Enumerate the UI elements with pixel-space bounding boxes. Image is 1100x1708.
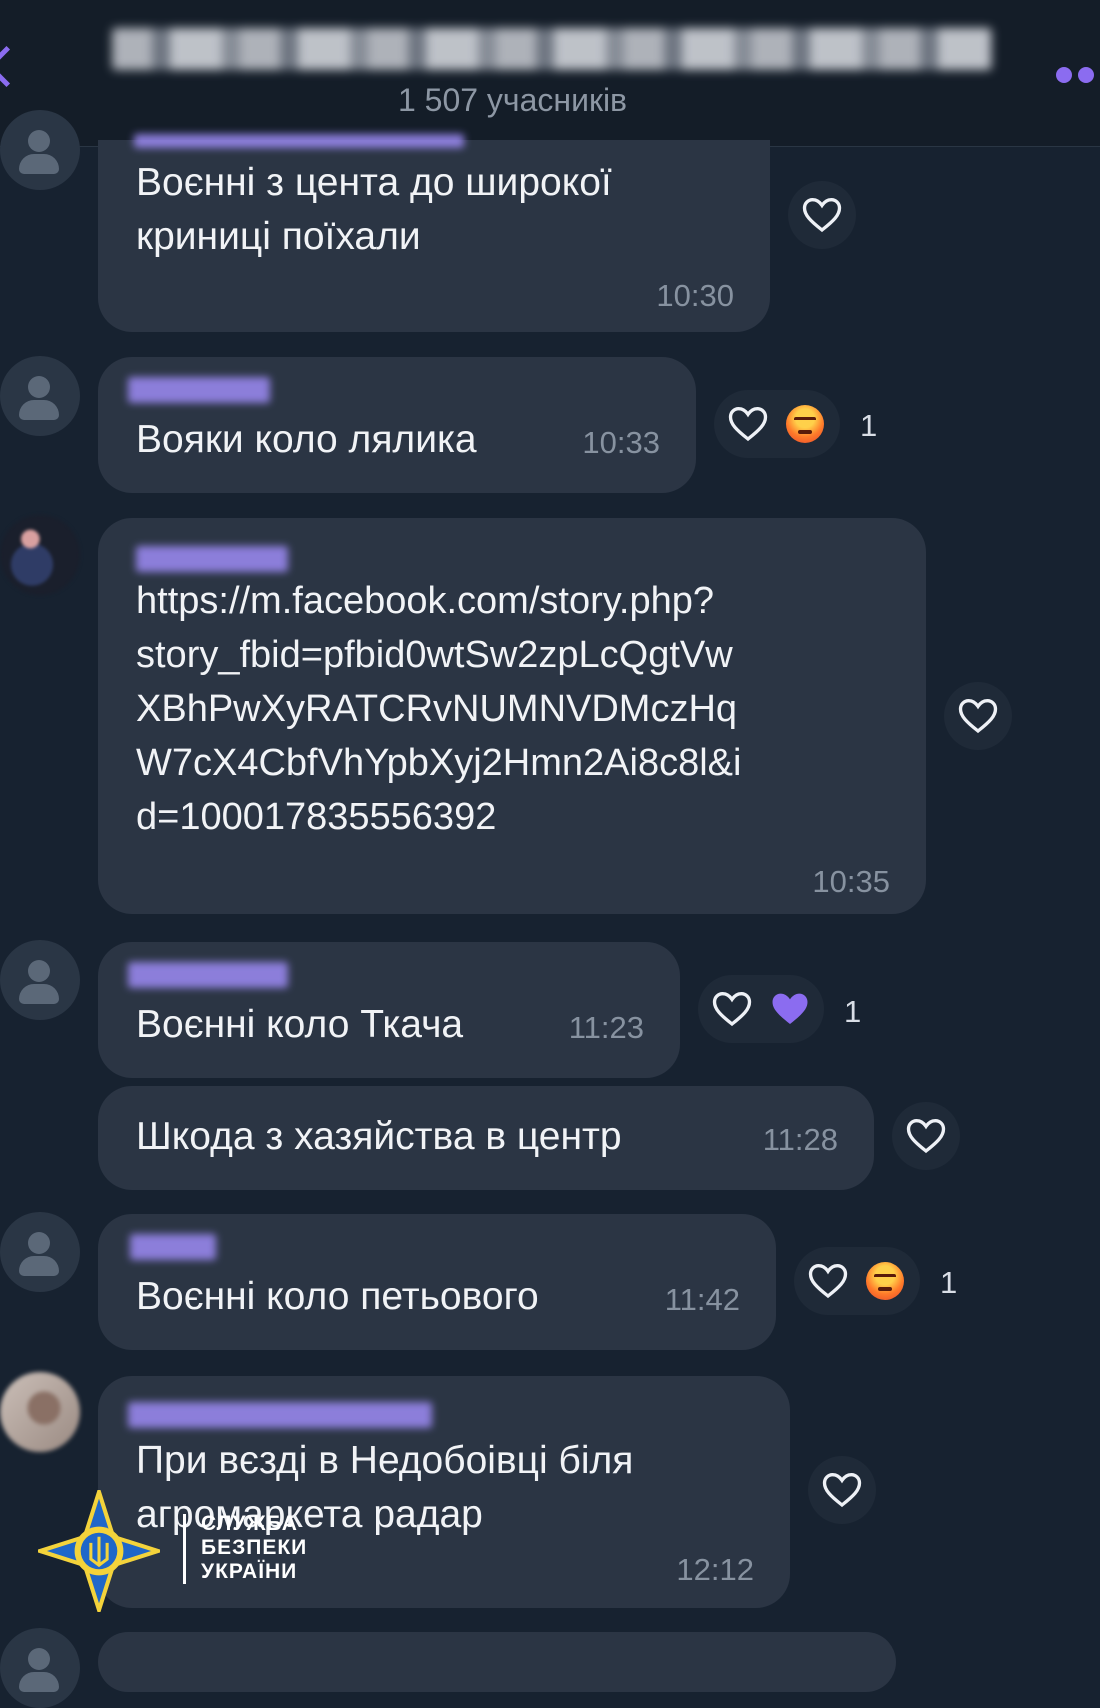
message-time: 11:28 bbox=[762, 1122, 838, 1157]
heart-icon bbox=[712, 991, 752, 1027]
sender-name-blurred bbox=[130, 1234, 216, 1260]
back-arrow-icon[interactable] bbox=[0, 45, 28, 88]
message-text: Воєнні коло Ткача bbox=[136, 1003, 464, 1046]
heart-icon bbox=[822, 1472, 862, 1508]
watermark-line: СЛУЖБА bbox=[201, 1512, 298, 1535]
purple-heart-icon bbox=[772, 993, 808, 1024]
sender-name-blurred bbox=[128, 962, 288, 988]
sender-name-blurred bbox=[128, 377, 270, 403]
reactions[interactable] bbox=[794, 1247, 920, 1315]
sbu-shield-icon bbox=[38, 1490, 160, 1612]
angry-emoji-icon bbox=[866, 1262, 904, 1300]
sender-name-blurred bbox=[128, 1402, 432, 1428]
avatar[interactable] bbox=[0, 356, 80, 436]
react-button[interactable] bbox=[788, 181, 856, 249]
avatar[interactable] bbox=[0, 1212, 80, 1292]
message-time: 10:33 bbox=[582, 425, 660, 460]
react-button[interactable] bbox=[808, 1456, 876, 1524]
message-time: 10:35 bbox=[812, 864, 890, 899]
heart-icon bbox=[808, 1263, 848, 1299]
sender-name-blurred bbox=[134, 134, 464, 148]
message-time: 11:42 bbox=[664, 1282, 740, 1317]
avatar[interactable] bbox=[0, 1628, 80, 1708]
avatar[interactable] bbox=[0, 110, 80, 190]
react-button[interactable] bbox=[892, 1102, 960, 1170]
heart-icon bbox=[802, 197, 842, 233]
message-bubble[interactable]: Воєнні коло Ткача 11:23 bbox=[98, 942, 680, 1078]
reaction-count: 1 bbox=[860, 408, 878, 443]
avatar[interactable] bbox=[0, 515, 80, 595]
message-time: 11:23 bbox=[568, 1010, 644, 1045]
watermark-line: УКРАЇНИ bbox=[201, 1560, 298, 1583]
watermark-text: СЛУЖБА БЕЗПЕКИ УКРАЇНИ bbox=[201, 1512, 307, 1584]
reaction-count: 1 bbox=[844, 994, 862, 1029]
chat-header: 1 507 учасників bbox=[0, 0, 1100, 147]
message-bubble[interactable]: Вояки коло лялика 10:33 bbox=[98, 357, 696, 493]
message-text: Шкода з хазяйства в центр bbox=[136, 1115, 622, 1158]
reactions[interactable] bbox=[698, 975, 824, 1043]
message-time: 10:30 bbox=[656, 278, 734, 313]
heart-icon bbox=[906, 1118, 946, 1154]
reaction-count: 1 bbox=[940, 1265, 958, 1300]
avatar[interactable] bbox=[0, 1372, 80, 1452]
react-button[interactable] bbox=[944, 682, 1012, 750]
heart-icon bbox=[958, 698, 998, 734]
message-text: Воєнні з цента до широкої криниці поїхал… bbox=[136, 161, 612, 258]
message-bubble[interactable] bbox=[98, 1632, 896, 1692]
message-text: Вояки коло лялика bbox=[136, 418, 477, 461]
logo-divider bbox=[183, 1514, 186, 1584]
message-text: Воєнні коло петьового bbox=[136, 1275, 539, 1318]
message-bubble[interactable]: https://m.facebook.com/story.php? story_… bbox=[98, 518, 926, 914]
avatar[interactable] bbox=[0, 940, 80, 1020]
participants-count: 1 507 учасників bbox=[397, 82, 628, 118]
more-dots-icon[interactable] bbox=[1056, 64, 1100, 86]
watermark-line: БЕЗПЕКИ bbox=[201, 1536, 308, 1559]
message-text: https://m.facebook.com/story.php? story_… bbox=[136, 580, 742, 838]
heart-icon bbox=[728, 406, 768, 442]
message-bubble[interactable]: Воєнні з цента до широкої криниці поїхал… bbox=[98, 134, 770, 332]
sender-name-blurred bbox=[136, 546, 288, 572]
angry-emoji-icon bbox=[786, 405, 824, 443]
message-time: 12:12 bbox=[676, 1552, 754, 1587]
chat-title-blurred[interactable] bbox=[112, 28, 992, 70]
message-bubble[interactable]: Шкода з хазяйства в центр 11:28 bbox=[98, 1086, 874, 1190]
reactions[interactable] bbox=[714, 390, 840, 458]
message-bubble[interactable]: Воєнні коло петьового 11:42 bbox=[98, 1214, 776, 1350]
